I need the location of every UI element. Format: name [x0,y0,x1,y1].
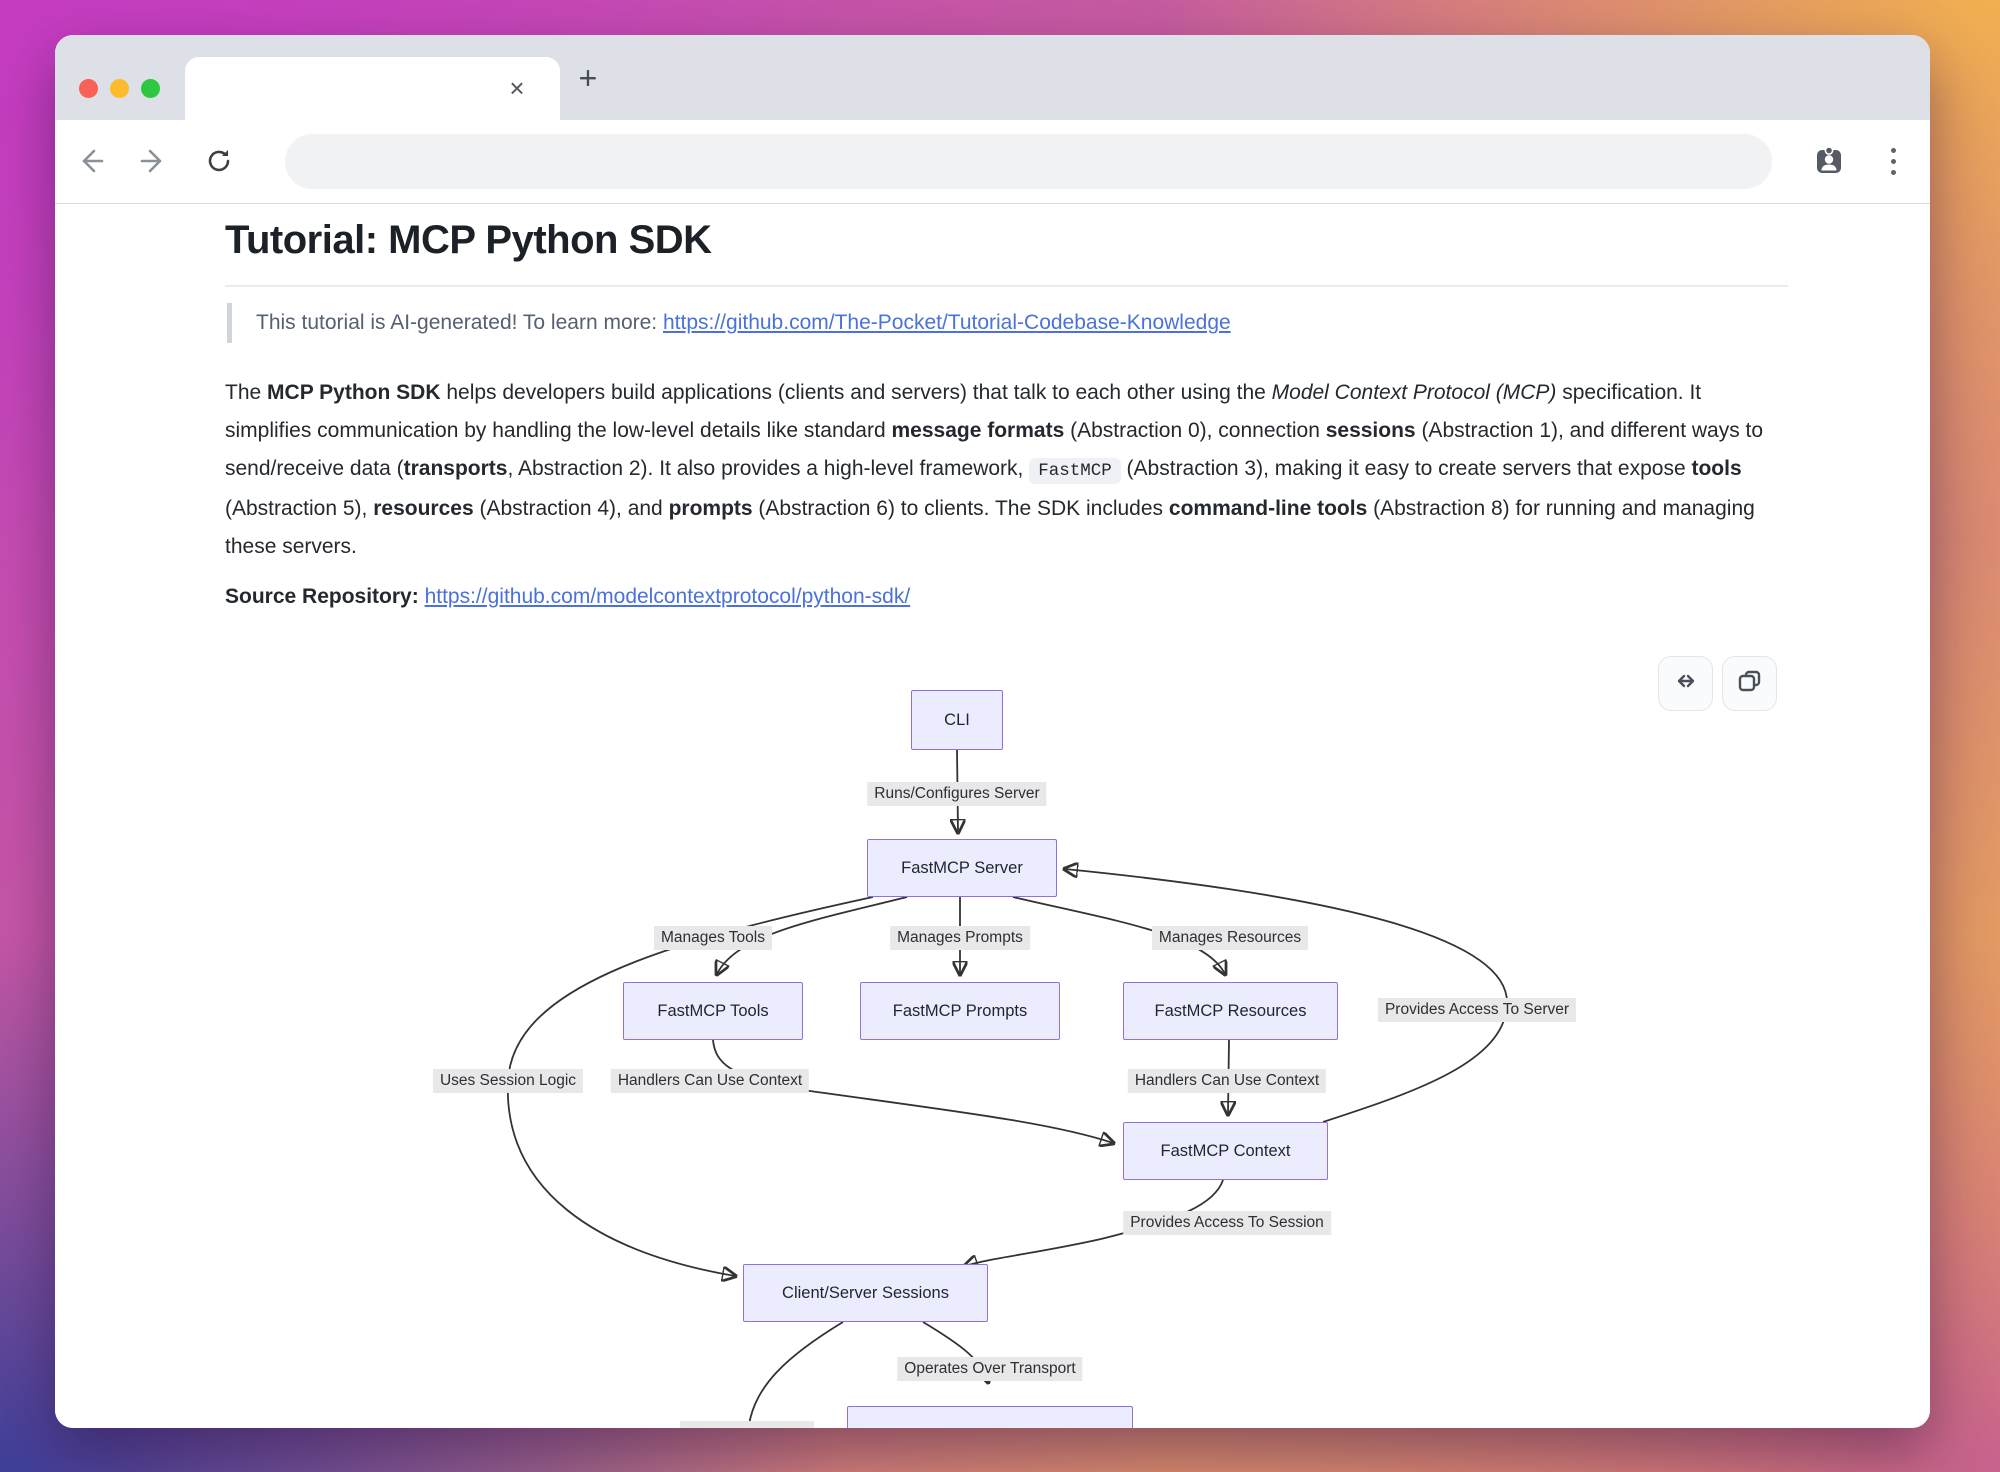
maximize-window-button[interactable] [141,79,160,98]
url-bar[interactable] [285,134,1772,189]
new-tab-button[interactable]: + [567,57,609,99]
intro-segment: sessions [1326,419,1416,442]
edge-label-runs_configures: Runs/Configures Server [867,782,1046,806]
source-repository-line: Source Repository: https://github.com/mo… [225,585,910,609]
intro-segment: MCP Python SDK [267,381,440,404]
intro-segment: (Abstraction 4), and [474,497,669,520]
tab-close-icon[interactable]: × [500,71,534,105]
expand-width-button[interactable] [1658,656,1713,711]
page-content: Tutorial: MCP Python SDK This tutorial i… [55,204,1930,1428]
intro-segment: The [225,381,267,404]
diagram-node-context: FastMCP Context [1123,1122,1328,1180]
diagram-node-transport [847,1406,1133,1428]
diagram-node-cli: CLI [911,690,1003,750]
forward-button[interactable] [131,139,175,183]
source-repository-link[interactable]: https://github.com/modelcontextprotocol/… [425,585,911,608]
intro-segment: (Abstraction 0), connection [1064,419,1325,442]
diagram-node-server: FastMCP Server [867,839,1057,897]
diagram-node-tools: FastMCP Tools [623,982,803,1040]
source-repository-label: Source Repository: [225,585,419,608]
browser-tab[interactable]: × [185,57,560,120]
minimize-window-button[interactable] [110,79,129,98]
reload-button[interactable] [197,139,241,183]
edge-label-manages_resources: Manages Resources [1152,926,1308,950]
intro-segment: (Abstraction 3), making it easy to creat… [1121,457,1692,480]
copy-icon [1736,667,1764,700]
intro-segment: FastMCP [1029,458,1121,484]
edge-label-manages_prompts: Manages Prompts [890,926,1030,950]
horizontal-arrows-icon [1671,666,1701,701]
edge-label-uses_session: Uses Session Logic [433,1069,583,1093]
edge-label-handlers_right: Handlers Can Use Context [1128,1069,1326,1093]
browser-window: × + Tutorial: MCP Python SDK [55,35,1930,1428]
intro-segment: , Abstraction 2). It also provides a hig… [507,457,1029,480]
ai-note-text: This tutorial is AI-generated! To learn … [256,311,663,334]
profile-button[interactable] [1807,139,1851,183]
edge-label-clipped_label [680,1421,814,1428]
diagram-node-resources: FastMCP Resources [1123,982,1338,1040]
edge-label-provides_session: Provides Access To Session [1123,1211,1331,1235]
intro-segment: tools [1691,457,1741,480]
intro-segment: helps developers build applications (cli… [441,381,1272,404]
intro-segment: transports [404,457,508,480]
intro-segment: (Abstraction 5), [225,497,373,520]
menu-kebab-button[interactable] [1871,139,1915,183]
edge-label-handlers_left: Handlers Can Use Context [611,1069,809,1093]
title-divider [225,285,1788,287]
edge-label-operates_transport: Operates Over Transport [897,1357,1082,1381]
intro-segment: message formats [892,419,1065,442]
traffic-lights [79,79,160,98]
browser-toolbar [55,120,1930,204]
intro-segment: command-line tools [1169,497,1367,520]
diagram-edge-sessions-to-offscreen-left [749,1322,843,1425]
tutorial-codebase-link[interactable]: https://github.com/The-Pocket/Tutorial-C… [663,311,1231,334]
copy-button[interactable] [1722,656,1777,711]
intro-segment: resources [373,497,473,520]
intro-segment: (Abstraction 6) to clients. The SDK incl… [753,497,1169,520]
close-window-button[interactable] [79,79,98,98]
intro-segment: prompts [669,497,753,520]
ai-note-blockquote: This tutorial is AI-generated! To learn … [227,303,1756,343]
diagram-node-sessions: Client/Server Sessions [743,1264,988,1322]
diagram-node-prompts: FastMCP Prompts [860,982,1060,1040]
intro-segment: Model Context Protocol (MCP) [1272,381,1557,404]
tab-strip: × + [55,35,1930,120]
page-title: Tutorial: MCP Python SDK [225,218,712,263]
intro-paragraph: The MCP Python SDK helps developers buil… [225,374,1791,566]
back-button[interactable] [69,139,113,183]
edge-label-manages_tools: Manages Tools [654,926,772,950]
edge-label-provides_server: Provides Access To Server [1378,998,1576,1022]
